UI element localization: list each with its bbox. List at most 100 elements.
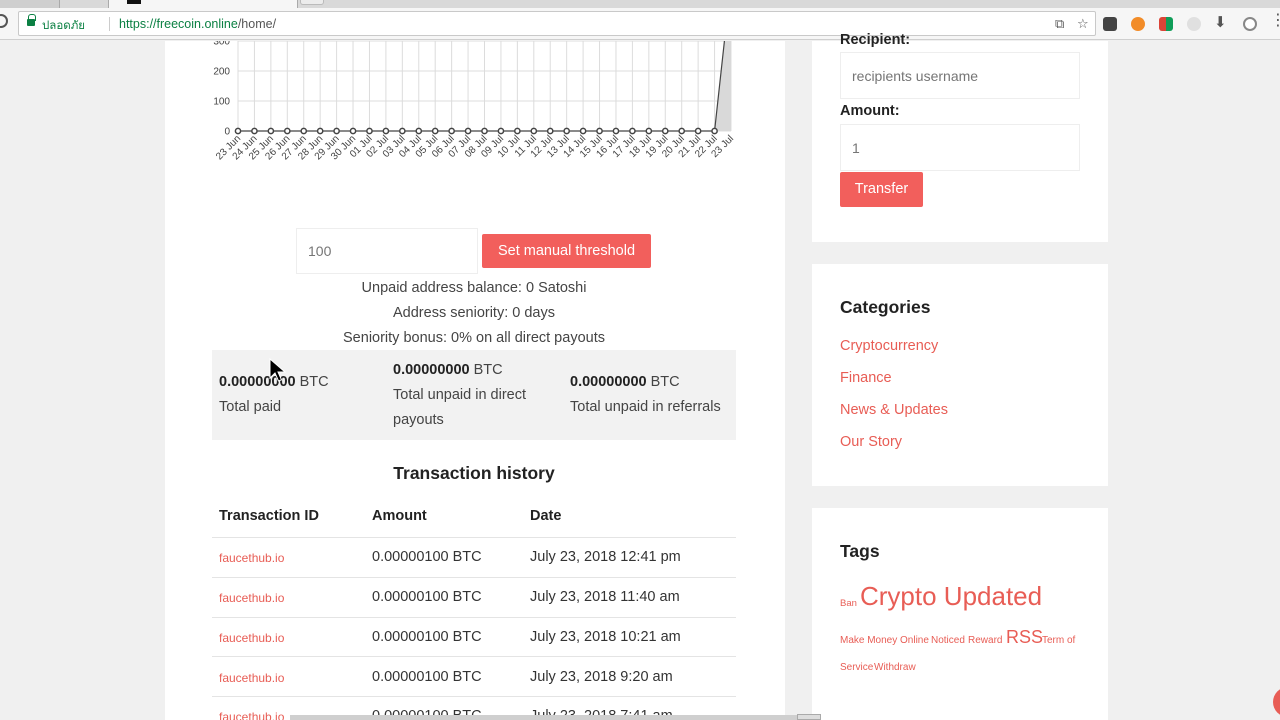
- url-text[interactable]: https://freecoin.online/home/: [119, 17, 276, 31]
- tag-rss[interactable]: RSS: [1006, 627, 1043, 648]
- mouse-cursor-icon: [269, 358, 287, 382]
- chart-data-point: [645, 127, 653, 135]
- new-tab-button[interactable]: [300, 0, 324, 5]
- recipient-label: Recipient:: [840, 32, 911, 48]
- category-link-news-updates[interactable]: News & Updates: [840, 402, 948, 418]
- extension-ball-icon[interactable]: [1131, 17, 1145, 31]
- transaction-id-link[interactable]: faucethub.io: [219, 591, 284, 605]
- chart-data-point: [366, 127, 373, 135]
- extension-leaf-icon[interactable]: [1187, 17, 1201, 31]
- chart-data-point: [283, 127, 291, 135]
- y-tick-label: 200: [213, 67, 230, 78]
- category-link-cryptocurrency[interactable]: Cryptocurrency: [840, 338, 938, 354]
- url-path: /home/: [237, 17, 277, 31]
- payout-chart-svg: 010020030023 Jun24 Jun25 Jun26 Jun27 Jun…: [213, 37, 736, 163]
- total-unpaid-direct-label: Total unpaid in direct: [393, 387, 526, 403]
- row-divider: [212, 696, 736, 697]
- lock-icon: [27, 14, 36, 26]
- chart-data-point: [612, 127, 620, 135]
- row-divider: [212, 577, 736, 578]
- url-host: https://freecoin.online: [119, 17, 238, 31]
- chat-bubble-icon[interactable]: [1273, 687, 1280, 717]
- menu-icon[interactable]: ⋮: [1270, 13, 1280, 29]
- total-unpaid-referrals: 0.00000000 BTC Total unpaid in referrals: [570, 370, 721, 420]
- tags-title: Tags: [840, 541, 880, 561]
- browser-tab-active[interactable]: [108, 0, 298, 8]
- tag-reward[interactable]: Reward: [968, 635, 1002, 646]
- tag-term-of-service[interactable]: Term of: [1042, 635, 1075, 646]
- transaction-date: July 23, 2018 12:41 pm: [530, 549, 681, 565]
- transfer-button[interactable]: Transfer: [840, 172, 923, 207]
- col-header-amount: Amount: [372, 508, 427, 524]
- chart-data-point: [694, 127, 702, 135]
- tab-favicon-icon: [127, 0, 141, 4]
- chart-data-point: [514, 127, 521, 135]
- total-unpaid-referrals-unit: BTC: [650, 374, 680, 390]
- chart-data-point: [464, 127, 472, 135]
- extension-c-icon[interactable]: [1243, 17, 1257, 31]
- address-bar[interactable]: ปลอดภัย https://freecoin.online/home/ ⧉ …: [18, 11, 1096, 36]
- tag-noticed[interactable]: Noticed: [931, 635, 965, 646]
- category-link-our-story[interactable]: Our Story: [840, 434, 902, 450]
- tag-ban[interactable]: Ban: [840, 598, 857, 609]
- transaction-amount: 0.00000100 BTC: [372, 629, 482, 645]
- col-header-date: Date: [530, 508, 562, 524]
- chart-data-point: [448, 127, 455, 135]
- chart-data-point: [398, 127, 406, 135]
- chart-data-point: [678, 127, 686, 135]
- y-tick-label: 0: [224, 127, 230, 138]
- categories-title: Categories: [840, 297, 931, 317]
- chart-data-point: [349, 127, 357, 135]
- chart-data-point: [579, 127, 587, 135]
- omnibox-divider: [109, 17, 110, 31]
- transaction-amount: 0.00000100 BTC: [372, 549, 482, 565]
- chart-data-point: [415, 127, 423, 135]
- scroll-thumb[interactable]: [797, 714, 821, 720]
- total-paid-label: Total paid: [219, 399, 282, 415]
- tags-widget: Tags Ban Crypto Updated Make Money Onlin…: [812, 508, 1108, 720]
- transaction-id-link[interactable]: faucethub.io: [219, 551, 284, 565]
- transaction-amount: 0.00000100 BTC: [372, 669, 482, 685]
- extension-download-icon[interactable]: [1103, 17, 1117, 31]
- chart-data-point: [316, 127, 324, 135]
- chart-data-point: [251, 127, 258, 135]
- category-link-finance[interactable]: Finance: [840, 370, 892, 386]
- chart-data-point: [497, 127, 505, 135]
- transaction-id-link[interactable]: faucethub.io: [219, 631, 284, 645]
- chart-data-point: [234, 127, 242, 135]
- horizontal-scrollbar[interactable]: [290, 715, 820, 720]
- tag-term-of-service-2[interactable]: Service: [840, 662, 873, 673]
- transaction-id-link[interactable]: faucethub.io: [219, 671, 284, 685]
- chart-data-point: [300, 127, 308, 135]
- tag-crypto-updated[interactable]: Crypto Updated: [860, 581, 1042, 612]
- col-header-transaction-id: Transaction ID: [219, 508, 319, 524]
- threshold-input[interactable]: [296, 228, 478, 274]
- seniority-text: Address seniority: 0 days: [393, 305, 555, 321]
- unpaid-balance-text: Unpaid address balance: 0 Satoshi: [361, 280, 587, 296]
- downloads-arrow-icon[interactable]: ⬇: [1214, 15, 1227, 31]
- total-unpaid-referrals-amount: 0.00000000: [570, 374, 647, 390]
- tag-make-money-online[interactable]: Make Money Online: [840, 635, 929, 646]
- chart-data-point: [629, 127, 636, 135]
- bookmark-star-icon[interactable]: ☆: [1077, 16, 1089, 32]
- translate-icon[interactable]: ⧉: [1055, 16, 1064, 32]
- total-unpaid-direct-label-2: payouts: [393, 412, 444, 428]
- extension-google-icon[interactable]: [1159, 17, 1173, 31]
- row-divider: [212, 617, 736, 618]
- total-unpaid-referrals-label: Total unpaid in referrals: [570, 399, 721, 415]
- set-threshold-button[interactable]: Set manual threshold: [482, 234, 651, 268]
- totals-panel: 0.00000000 BTC Total paid 0.00000000 BTC…: [212, 350, 736, 440]
- reload-icon[interactable]: [0, 14, 8, 28]
- browser-tab[interactable]: [0, 0, 60, 8]
- transfer-widget: Recipient: Amount: Transfer: [812, 32, 1108, 242]
- browser-toolbar: ปลอดภัย https://freecoin.online/home/ ⧉ …: [0, 8, 1280, 40]
- categories-widget: Categories Cryptocurrency Finance News &…: [812, 264, 1108, 486]
- y-tick-label: 100: [213, 97, 230, 108]
- chart-data-point: [481, 127, 488, 135]
- tag-withdraw[interactable]: Withdraw: [874, 662, 916, 673]
- total-unpaid-direct: 0.00000000 BTC Total unpaid in direct pa…: [393, 358, 526, 433]
- total-paid-unit: BTC: [299, 374, 329, 390]
- transaction-id-link[interactable]: faucethub.io: [219, 710, 284, 720]
- amount-input[interactable]: [840, 124, 1080, 171]
- recipient-input[interactable]: [840, 52, 1080, 99]
